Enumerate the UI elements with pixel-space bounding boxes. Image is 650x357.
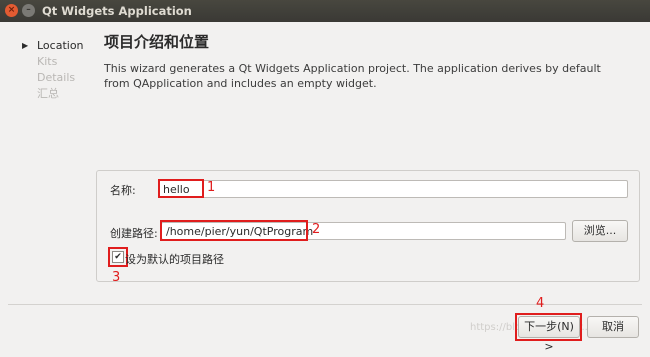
sidebar-item-label: Kits bbox=[37, 55, 58, 68]
path-label: 创建路径: bbox=[110, 227, 158, 240]
annotation-number-2: 2 bbox=[312, 222, 321, 237]
sidebar-item-label: Location bbox=[37, 39, 84, 52]
sidebar-item-summary: 汇总 bbox=[22, 86, 92, 102]
default-path-checkbox-label: 设为默认的项目路径 bbox=[125, 253, 224, 266]
cancel-button[interactable]: 取消 bbox=[587, 316, 639, 338]
browse-button[interactable]: 浏览... bbox=[572, 220, 628, 242]
sidebar-item-location: ▶ Location bbox=[22, 38, 92, 54]
window-title: Qt Widgets Application bbox=[42, 4, 192, 18]
annotation-number-4: 4 bbox=[536, 296, 545, 311]
window-titlebar: × – Qt Widgets Application bbox=[0, 0, 650, 22]
sidebar-item-details: Details bbox=[22, 70, 92, 86]
sidebar-item-label: Details bbox=[37, 71, 76, 84]
footer-divider bbox=[8, 304, 642, 305]
close-icon[interactable]: × bbox=[5, 4, 18, 17]
annotation-box-1 bbox=[158, 179, 204, 198]
sidebar-item-kits: Kits bbox=[22, 54, 92, 70]
annotation-number-3: 3 bbox=[112, 270, 121, 285]
annotation-number-1: 1 bbox=[207, 180, 216, 195]
page-description: This wizard generates a Qt Widgets Appli… bbox=[104, 62, 601, 90]
minimize-icon[interactable]: – bbox=[22, 4, 35, 17]
annotation-box-4 bbox=[515, 313, 582, 341]
name-input[interactable]: hello bbox=[158, 180, 628, 198]
wizard-steps: ▶ Location Kits Details 汇总 bbox=[22, 38, 92, 102]
annotation-box-2 bbox=[160, 220, 308, 241]
page-title: 项目介绍和位置 bbox=[104, 33, 210, 51]
name-label: 名称: bbox=[110, 184, 136, 197]
current-step-arrow-icon: ▶ bbox=[22, 41, 29, 50]
sidebar-item-label: 汇总 bbox=[37, 87, 59, 100]
